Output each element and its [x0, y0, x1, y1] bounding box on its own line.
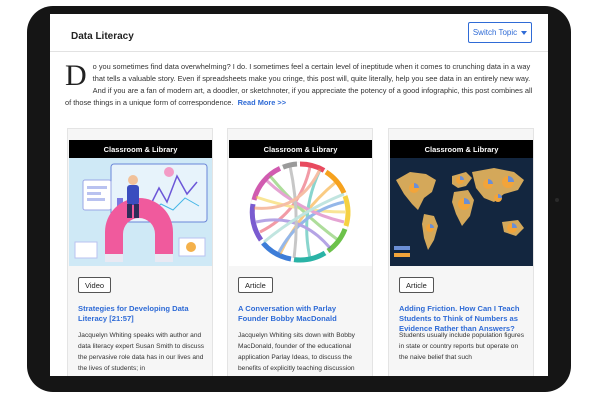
switch-topic-label: Switch Topic	[472, 28, 518, 37]
intro-paragraph: Do you sometimes find data overwhelming?…	[65, 61, 535, 109]
dropcap: D	[65, 59, 87, 92]
world-map-pie-illustration	[390, 158, 533, 266]
card-category-band: Classroom & Library	[390, 140, 533, 158]
card-thumbnail-analytics-illustration[interactable]	[69, 158, 212, 266]
card-description: Jacquelyn Whiting sits down with Bobby M…	[238, 332, 355, 372]
resource-card[interactable]: Classroom & Library	[227, 128, 373, 376]
page-header: Data Literacy Switch Topic	[50, 14, 548, 52]
card-description: Students usually include population figu…	[399, 332, 524, 361]
read-more-link[interactable]: Read More >>	[238, 98, 286, 107]
content-type-badge: Article	[238, 277, 273, 293]
card-category-band: Classroom & Library	[69, 140, 212, 158]
content-type-badge: Article	[399, 277, 434, 293]
card-category-band: Classroom & Library	[229, 140, 372, 158]
switch-topic-button[interactable]: Switch Topic	[468, 22, 532, 43]
tablet-camera	[555, 198, 559, 202]
content-type-badge: Video	[78, 277, 112, 293]
card-title-link[interactable]: Strategies for Developing Data Literacy …	[78, 304, 206, 324]
intro-text: o you sometimes find data overwhelming? …	[65, 62, 533, 107]
analytics-illustration	[69, 158, 212, 266]
resource-card[interactable]: Classroom & Library	[67, 128, 213, 376]
card-title-link[interactable]: A Conversation with Parlay Founder Bobby…	[238, 304, 366, 324]
screen: Data Literacy Switch Topic Do you someti…	[50, 14, 548, 376]
page-title: Data Literacy	[71, 31, 134, 42]
chord-diagram-illustration	[249, 161, 351, 263]
card-thumbnail-world-map[interactable]	[390, 158, 533, 266]
card-list: Classroom & Library Video Strategies for…	[50, 128, 548, 376]
caret-down-icon	[521, 30, 528, 35]
card-description: Jacquelyn Whiting speaks with author and…	[78, 332, 205, 372]
card-thumbnail-chord-diagram[interactable]	[229, 158, 372, 266]
resource-card[interactable]: Classroom & Library	[388, 128, 534, 376]
